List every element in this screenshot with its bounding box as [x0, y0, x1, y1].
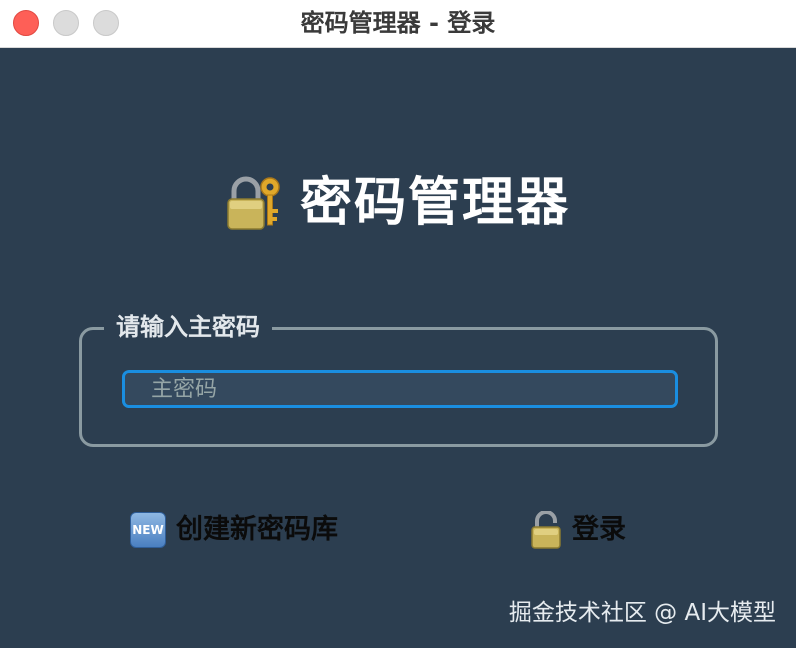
lock-with-key-icon: [227, 176, 280, 230]
window-title: 密码管理器 - 登录: [300, 9, 496, 37]
title-bar[interactable]: 密码管理器 - 登录: [0, 0, 796, 48]
master-password-group: 请输入主密码: [79, 310, 718, 447]
login-button[interactable]: 登录: [530, 508, 626, 552]
app-header: 密码管理器: [0, 168, 796, 238]
app-title: 密码管理器: [299, 173, 570, 233]
new-icon: NEW: [130, 512, 166, 548]
login-label: 登录: [572, 514, 626, 545]
group-legend: 请输入主密码: [104, 310, 272, 344]
open-lock-icon: [531, 511, 561, 549]
create-vault-button[interactable]: NEW 创建新密码库: [130, 508, 338, 552]
new-icon-text: NEW: [132, 523, 164, 537]
create-vault-label: 创建新密码库: [176, 514, 338, 545]
master-password-input[interactable]: [122, 370, 678, 408]
login-window: 密码管理器 - 登录 密码管理器 请输入主密码 NEW 创建新密码库 登录 掘金…: [0, 0, 796, 648]
watermark: 掘金技术社区 @ AI大模型: [508, 600, 776, 626]
